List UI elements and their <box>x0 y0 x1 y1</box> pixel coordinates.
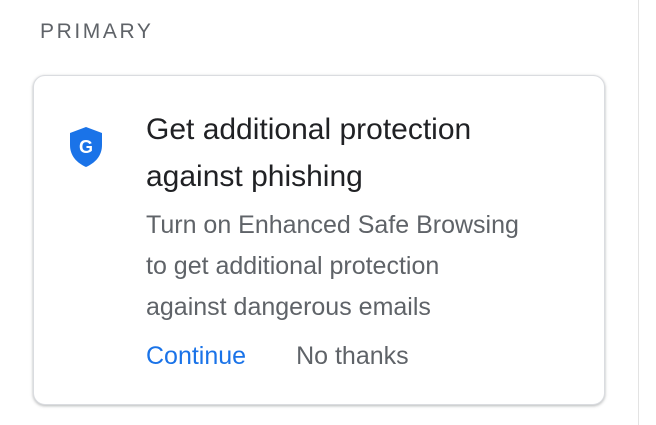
inbox-pane: PRIMARY G Get additional protection agai… <box>0 0 656 425</box>
no-thanks-button[interactable]: No thanks <box>296 342 409 371</box>
promo-actions: Continue No thanks <box>146 342 409 371</box>
promo-title-line: Get additional protection <box>146 113 472 146</box>
promo-description: Turn on Enhanced Safe Browsing to get ad… <box>146 205 586 328</box>
vertical-divider <box>638 0 639 425</box>
promo-description-line: against dangerous emails <box>146 293 431 321</box>
google-shield-icon: G <box>68 126 104 168</box>
promo-description-line: to get additional protection <box>146 252 440 280</box>
promo-title: Get additional protection against phishi… <box>146 106 576 200</box>
promo-description-line: Turn on Enhanced Safe Browsing <box>146 211 519 239</box>
promo-title-line: against phishing <box>146 160 363 193</box>
section-label: PRIMARY <box>40 20 154 43</box>
continue-button[interactable]: Continue <box>146 342 246 371</box>
safe-browsing-promo-card: G Get additional protection against phis… <box>33 75 605 405</box>
shield-letter: G <box>79 137 93 157</box>
